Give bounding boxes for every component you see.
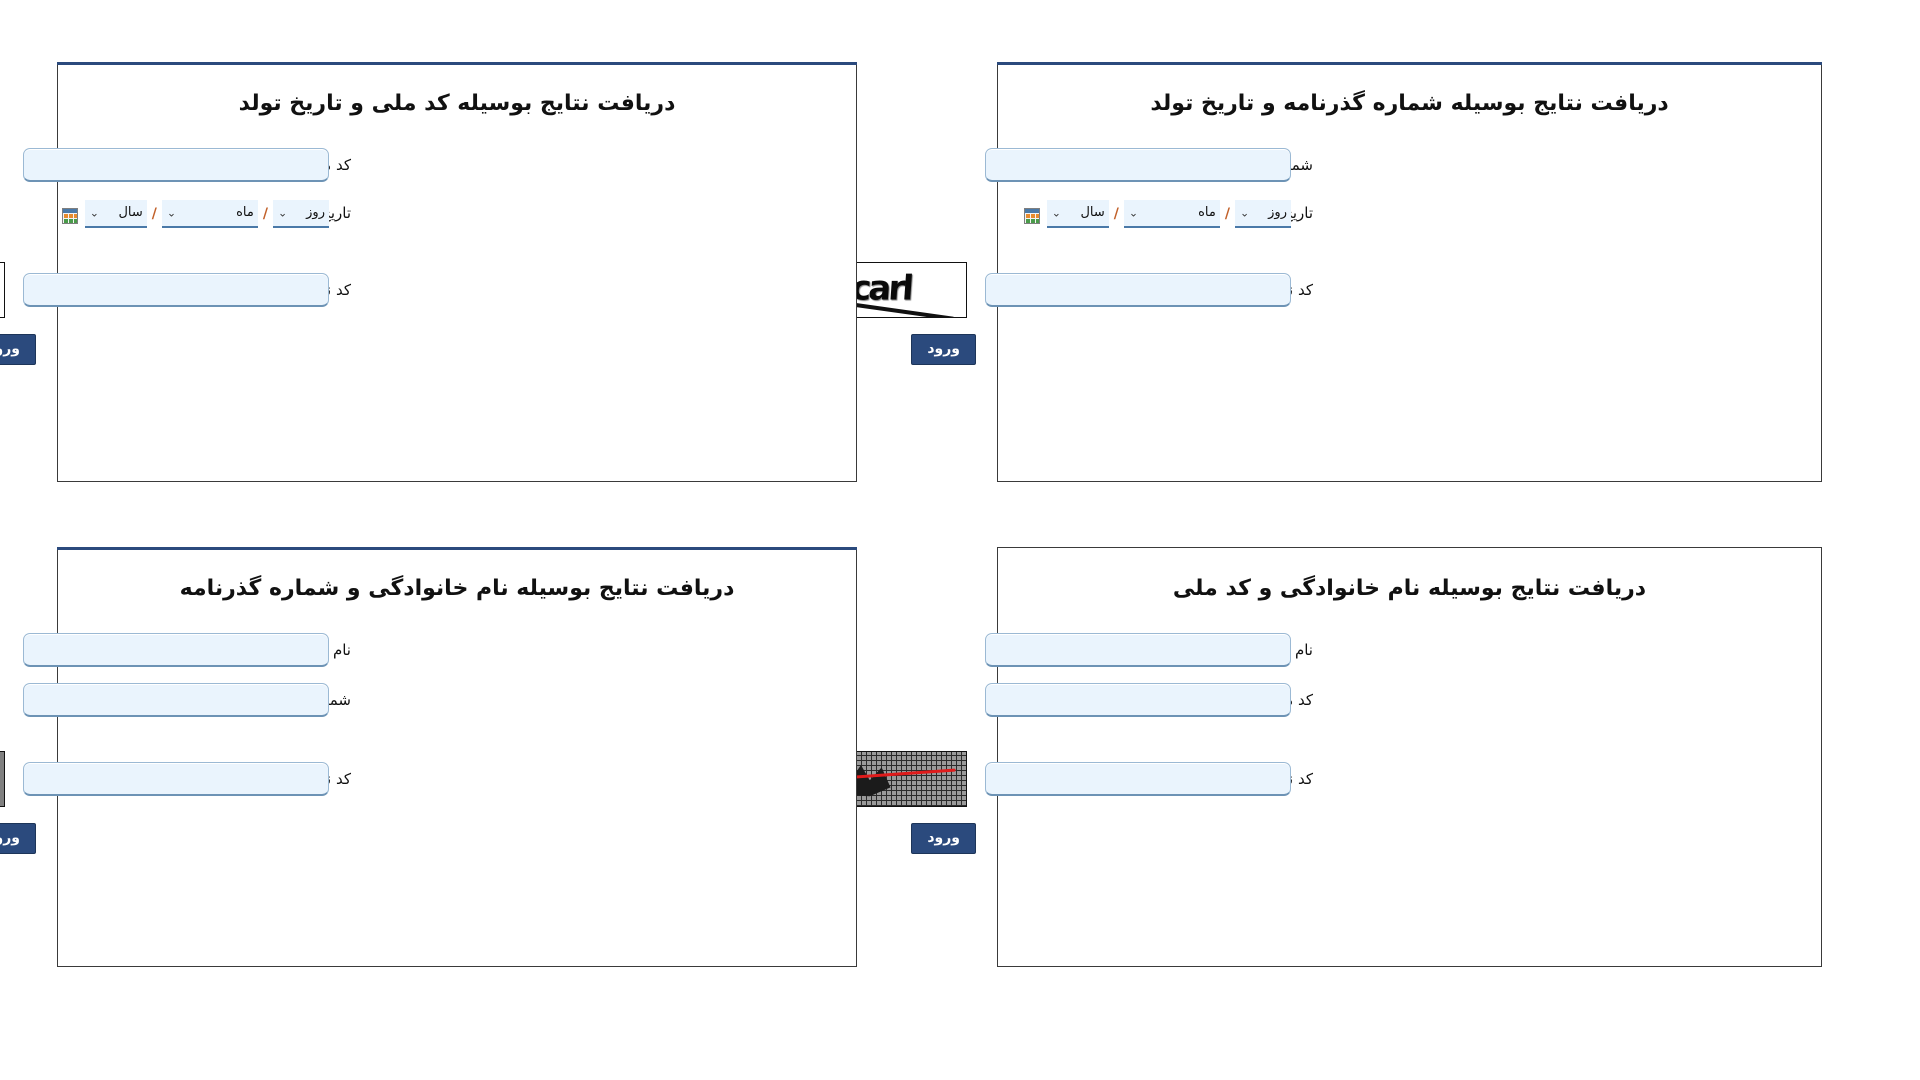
control-birth-date: روز ⌄ / ماه ⌄ / سال ⌄ [62,198,330,228]
panel-lastname-passport: دریافت نتایج بوسیله نام خانوادگی و شماره… [0,547,858,967]
panel-top-accent [58,62,858,65]
submit-row: ورود [912,333,1822,365]
day-select-wrap: روز ⌄ [1236,199,1292,228]
form-row-captcha: کد نمایشی تصویر زیر: carl ↻ [780,261,1822,318]
control-passport-number [24,682,330,717]
form-row-passport-number: شماره گذرنامه: [986,147,1822,182]
captcha-input[interactable] [24,272,330,307]
birth-year-select[interactable]: سال [1047,199,1110,228]
panel-lastname-nationalcode: دریافت نتایج بوسیله نام خانوادگی و کد مل… [780,547,1823,967]
submit-row: ورود [912,822,1822,854]
captcha-text: carl [850,268,914,309]
control-captcha: 3876 ↻ [0,750,330,807]
captcha-input[interactable] [986,761,1292,796]
birth-month-select[interactable]: ماه [162,199,259,228]
calendar-icon[interactable] [1024,207,1041,224]
control-national-code [986,682,1292,717]
captcha-image: 3876 [0,750,6,807]
submit-row: ورود [0,822,857,854]
captcha-image: carl [0,261,6,318]
form-row-birth-date: تاریخ تولد: روز ⌄ / ماه [59,198,857,228]
control-last-name [986,632,1292,667]
login-button[interactable]: ورود [912,822,977,854]
date-separator-2: / [1114,205,1120,222]
panel-top-accent [998,62,1823,65]
form-body: شماره گذرنامه: تاریخ تولد: روز ⌄ [780,124,1822,365]
date-separator-2: / [152,205,158,222]
login-button[interactable]: ورود [0,822,37,854]
form-row-captcha: کد نمایشی تصویر زیر: carl ↻ [0,261,857,318]
form-row-birth-date: تاریخ تولد: روز ⌄ / ماه [999,198,1822,228]
captcha-input[interactable] [986,272,1292,307]
form-row-national-code: کد ملی: [986,682,1822,717]
passport-number-input[interactable] [986,147,1292,182]
form-row-captcha: کد نمایشی تصویر زیر: 3876 ↻ [0,750,857,807]
form-row-passport-number: شماره گذرنامه: [24,682,857,717]
passport-number-input[interactable] [24,682,330,717]
panel-passport-birthdate: دریافت نتایج بوسیله شماره گذرنامه و تاری… [780,62,1823,482]
last-name-input[interactable] [24,632,330,667]
national-code-input[interactable] [986,682,1292,717]
form-body: نام خانوادگی: شماره گذرنامه: کد نمایشی ت… [0,609,857,854]
last-name-input[interactable] [986,632,1292,667]
birth-month-select[interactable]: ماه [1124,199,1221,228]
form-row-last-name: نام خانوادگی: [24,632,857,667]
birth-day-select[interactable]: روز [274,199,330,228]
calendar-icon[interactable] [62,207,79,224]
panel-title: دریافت نتایج بوسیله نام خانوادگی و کد مل… [1173,576,1648,601]
year-select-wrap: سال ⌄ [1047,199,1110,228]
panel-title: دریافت نتایج بوسیله شماره گذرنامه و تاری… [1151,91,1670,116]
month-select-wrap: ماه ⌄ [1124,199,1221,228]
date-separator-1: / [263,205,269,222]
login-button[interactable]: ورود [0,333,37,365]
birth-day-select[interactable]: روز [1236,199,1292,228]
control-national-code [24,147,330,182]
date-separator-1: / [1225,205,1231,222]
panel-title: دریافت نتایج بوسیله کد ملی و تاریخ تولد [239,91,677,116]
captcha-input[interactable] [24,761,330,796]
control-birth-date: روز ⌄ / ماه ⌄ / سال ⌄ [1024,198,1292,228]
form-body: نام خانوادگی: کد ملی: کد نمایشی تصویر زی… [780,609,1822,854]
panel-title: دریافت نتایج بوسیله نام خانوادگی و شماره… [180,576,736,601]
page-root: دریافت نتایج بوسیله شماره گذرنامه و تاری… [0,0,1920,1080]
submit-row: ورود [0,333,857,365]
control-last-name [24,632,330,667]
year-select-wrap: سال ⌄ [85,199,148,228]
birth-year-select[interactable]: سال [85,199,148,228]
day-select-wrap: روز ⌄ [274,199,330,228]
panel-nationalcode-birthdate: دریافت نتایج بوسیله کد ملی و تاریخ تولد … [0,62,858,482]
birth-date-group: روز ⌄ / ماه ⌄ / سال ⌄ [1024,198,1292,228]
control-passport-number [986,147,1292,182]
form-body: کد ملی: تاریخ تولد: روز ⌄ / [0,124,857,365]
form-row-national-code: کد ملی: [24,147,857,182]
national-code-input[interactable] [24,147,330,182]
control-captcha: carl ↻ [0,261,330,318]
birth-date-group: روز ⌄ / ماه ⌄ / سال ⌄ [62,198,330,228]
login-button[interactable]: ورود [912,333,977,365]
month-select-wrap: ماه ⌄ [162,199,259,228]
panel-top-accent [58,547,858,550]
form-row-captcha: کد نمایشی تصویر زیر: ↻ [780,750,1822,807]
form-row-last-name: نام خانوادگی: [986,632,1822,667]
